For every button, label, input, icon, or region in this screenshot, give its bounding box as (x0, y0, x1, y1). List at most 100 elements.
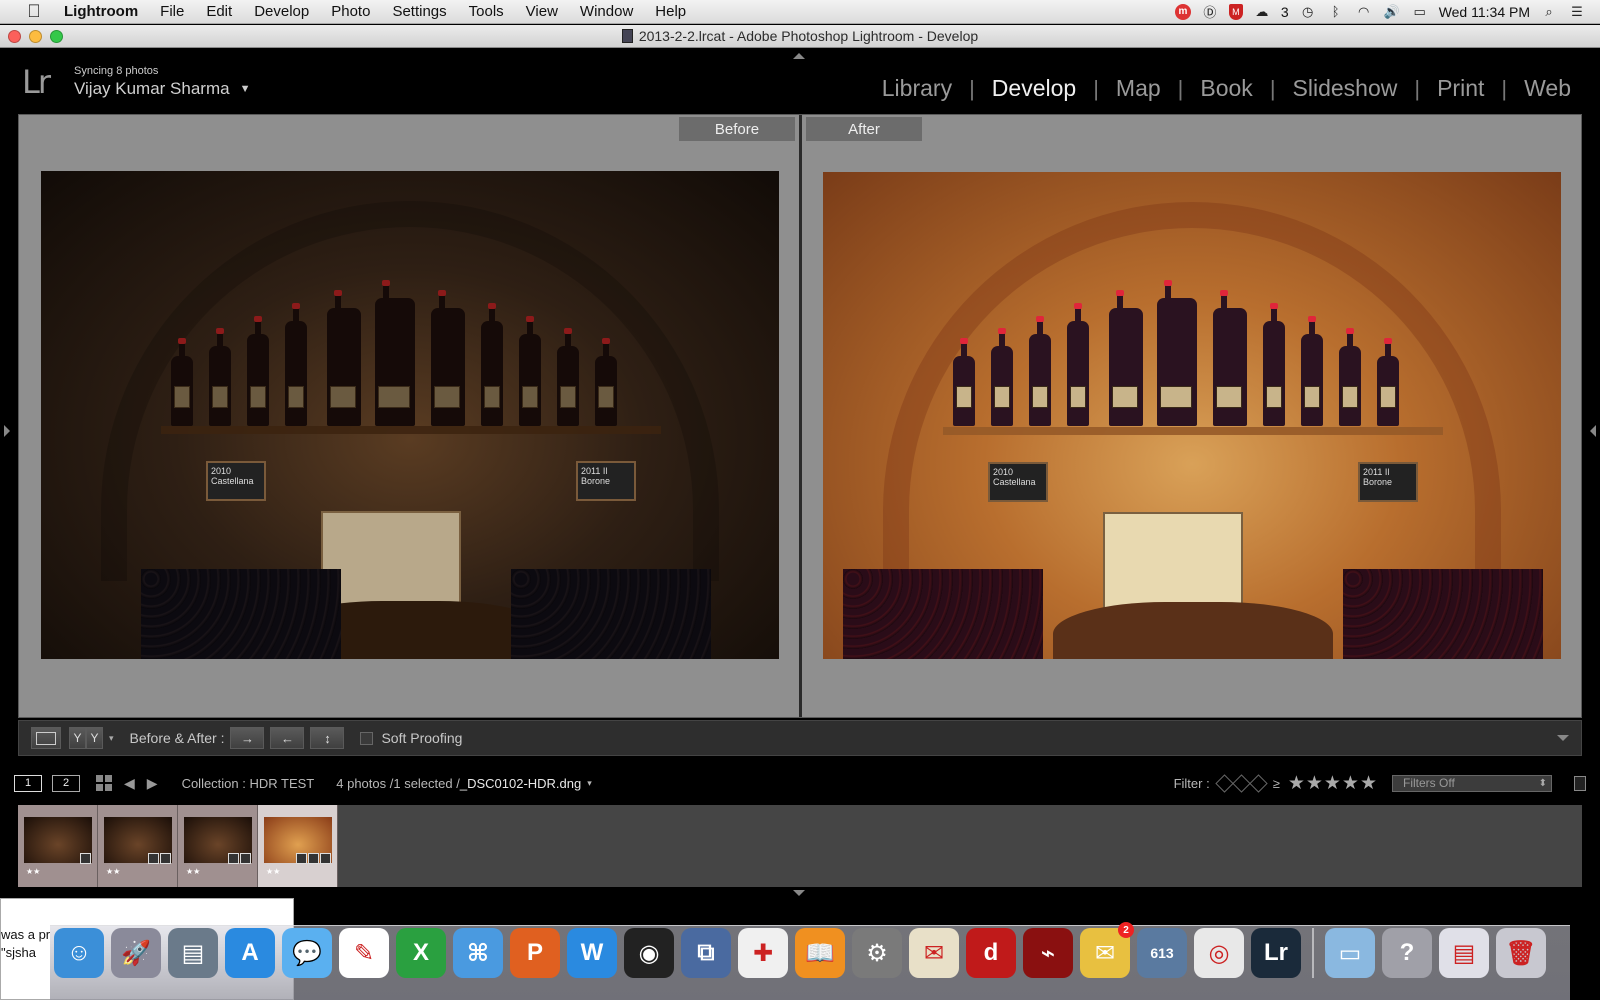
module-library[interactable]: Library (865, 75, 969, 102)
notes-icon[interactable]: ✉ (909, 928, 959, 978)
acrobat-icon[interactable]: ✎ (339, 928, 389, 978)
caret-down-icon[interactable]: ▼ (240, 83, 251, 95)
filmstrip-thumbnail[interactable]: ★★ (18, 805, 98, 887)
filter-preset-select[interactable]: Filters Off (1392, 774, 1552, 792)
dictionary-icon[interactable]: d (966, 928, 1016, 978)
photo-crate (321, 511, 461, 611)
module-print[interactable]: Print (1420, 75, 1501, 102)
flag-picked-icon[interactable] (1214, 773, 1234, 793)
menu-view[interactable]: View (515, 0, 569, 24)
close-button[interactable] (8, 29, 21, 43)
filmstrip-thumbnail[interactable]: ★★ (178, 805, 258, 887)
rating-filter-stars[interactable]: ★★★★★ (1288, 772, 1378, 795)
rating-operator[interactable]: ≥ (1273, 776, 1280, 791)
lightroom-icon[interactable]: Lr (1251, 928, 1301, 978)
top-panel-toggle-icon[interactable] (793, 53, 805, 59)
menu-edit[interactable]: Edit (195, 0, 243, 24)
shield-icon[interactable]: M (1228, 3, 1243, 20)
forward-arrow-icon[interactable]: ▶ (147, 775, 158, 792)
swap-before-after-button[interactable]: ↕ (310, 727, 345, 749)
mail-icon[interactable]: ✉ 2 (1080, 922, 1134, 978)
grid-view-icon[interactable] (96, 775, 112, 791)
spotlight-icon[interactable]: ⌕ (1540, 4, 1558, 20)
minimize-button[interactable] (29, 29, 42, 43)
right-panel-toggle-icon[interactable] (1590, 425, 1596, 437)
menu-photo[interactable]: Photo (320, 0, 381, 24)
loupe-view-button[interactable] (31, 727, 61, 749)
develop-toolbar: Y Y ▾ Before & After : → ← ↕ Soft Proofi… (18, 720, 1582, 756)
preview-icon[interactable]: ▤ (168, 928, 218, 978)
remote-desktop-icon[interactable]: ⧉ (681, 928, 731, 978)
d-circle-icon[interactable]: Ⓓ (1201, 4, 1219, 20)
flag-unflagged-icon[interactable] (1231, 773, 1251, 793)
primary-window-button[interactable]: 1 (14, 774, 42, 792)
audio-icon[interactable]: ◉ (624, 928, 674, 978)
system-preferences-icon[interactable]: ⚙ (852, 928, 902, 978)
left-panel-toggle-icon[interactable] (4, 425, 10, 437)
view-mode-dropdown-icon[interactable]: ▾ (109, 733, 114, 744)
alarm-icon[interactable]: 613 (1137, 928, 1187, 978)
volume-icon[interactable]: 🔊 (1383, 4, 1401, 20)
filmstrip-thumbnail[interactable]: ★★ (98, 805, 178, 887)
filter-label: Filter : (1173, 775, 1210, 791)
user-name[interactable]: Vijay Kumar Sharma ▼ (74, 79, 250, 99)
before-photo[interactable]: 2010 Castellana 2011 Il Borone (41, 171, 779, 659)
menu-app-name[interactable]: Lightroom (58, 0, 149, 24)
flag-rejected-icon[interactable] (1248, 773, 1268, 793)
menu-file[interactable]: File (149, 0, 195, 24)
clock[interactable]: Wed 11:34 PM (1439, 4, 1530, 20)
notification-center-icon[interactable]: ☰ (1568, 4, 1586, 20)
back-arrow-icon[interactable]: ◀ (124, 775, 135, 792)
office-icon[interactable]: ✚ (738, 928, 788, 978)
module-web[interactable]: Web (1507, 75, 1588, 102)
collection-source[interactable]: Collection : HDR TEST (182, 776, 315, 791)
reader-icon[interactable]: ⌁ (1023, 928, 1073, 978)
help-icon[interactable]: ? (1382, 928, 1432, 978)
time-machine-icon[interactable]: ◷ (1299, 4, 1317, 20)
excel-icon[interactable]: X (396, 928, 446, 978)
filter-lock-icon[interactable] (1574, 775, 1586, 791)
toolbar-content-dropdown-icon[interactable] (1557, 735, 1569, 741)
before-after-left-right-button[interactable]: Y (69, 727, 86, 749)
safari-icon[interactable]: ⌘ (453, 928, 503, 978)
after-photo[interactable]: 2010 Castellana 2011 Il Borone (823, 172, 1561, 659)
ibooks-icon[interactable]: 📖 (795, 928, 845, 978)
module-map[interactable]: Map (1099, 75, 1178, 102)
app-store-icon[interactable]: A (225, 928, 275, 978)
word-icon[interactable]: W (567, 928, 617, 978)
apple-icon[interactable]:  (24, 1, 44, 22)
battery-icon[interactable]: ▭ (1411, 4, 1429, 20)
module-develop[interactable]: Develop (975, 75, 1093, 102)
menu-tools[interactable]: Tools (458, 0, 515, 24)
copy-after-to-before-button[interactable]: ← (270, 727, 305, 749)
chrome-icon[interactable]: ◎ (1194, 928, 1244, 978)
edit-badge-icon (80, 853, 91, 864)
m-icon[interactable]: m (1174, 3, 1191, 20)
cloud-icon[interactable]: ☁ (1253, 4, 1271, 20)
menu-develop[interactable]: Develop (243, 0, 320, 24)
powerpoint-icon[interactable]: P (510, 928, 560, 978)
soft-proofing-checkbox[interactable] (360, 731, 374, 745)
finder-icon[interactable]: ☺ (54, 928, 104, 978)
messages-icon[interactable]: 💬 (282, 928, 332, 978)
menu-window[interactable]: Window (569, 0, 644, 24)
photo-chalkboard: 2010 Castellana (988, 462, 1048, 502)
module-book[interactable]: Book (1183, 75, 1269, 102)
copy-before-to-after-button[interactable]: → (230, 727, 265, 749)
documents-icon[interactable]: ▤ (1439, 928, 1489, 978)
before-after-mode-button[interactable]: Y (86, 727, 103, 749)
menu-settings[interactable]: Settings (381, 0, 457, 24)
zoom-button[interactable] (50, 29, 63, 43)
bluetooth-icon[interactable]: ᛒ (1327, 4, 1345, 20)
menu-help[interactable]: Help (644, 0, 697, 24)
filmstrip-thumbnail-selected[interactable]: ★★ (258, 805, 338, 887)
selected-filename[interactable]: _DSC0102-HDR.dng (460, 776, 581, 791)
folder-icon[interactable]: ▭ (1325, 928, 1375, 978)
module-slideshow[interactable]: Slideshow (1276, 75, 1415, 102)
bottom-panel-toggle-icon[interactable] (793, 890, 805, 896)
launchpad-icon[interactable]: 🚀 (111, 928, 161, 978)
trash-icon[interactable]: 🗑 (1496, 928, 1546, 978)
secondary-window-button[interactable]: 2 (52, 774, 80, 792)
filename-dropdown-icon[interactable]: ▾ (587, 778, 592, 789)
wifi-icon[interactable]: ◠ (1355, 4, 1373, 20)
